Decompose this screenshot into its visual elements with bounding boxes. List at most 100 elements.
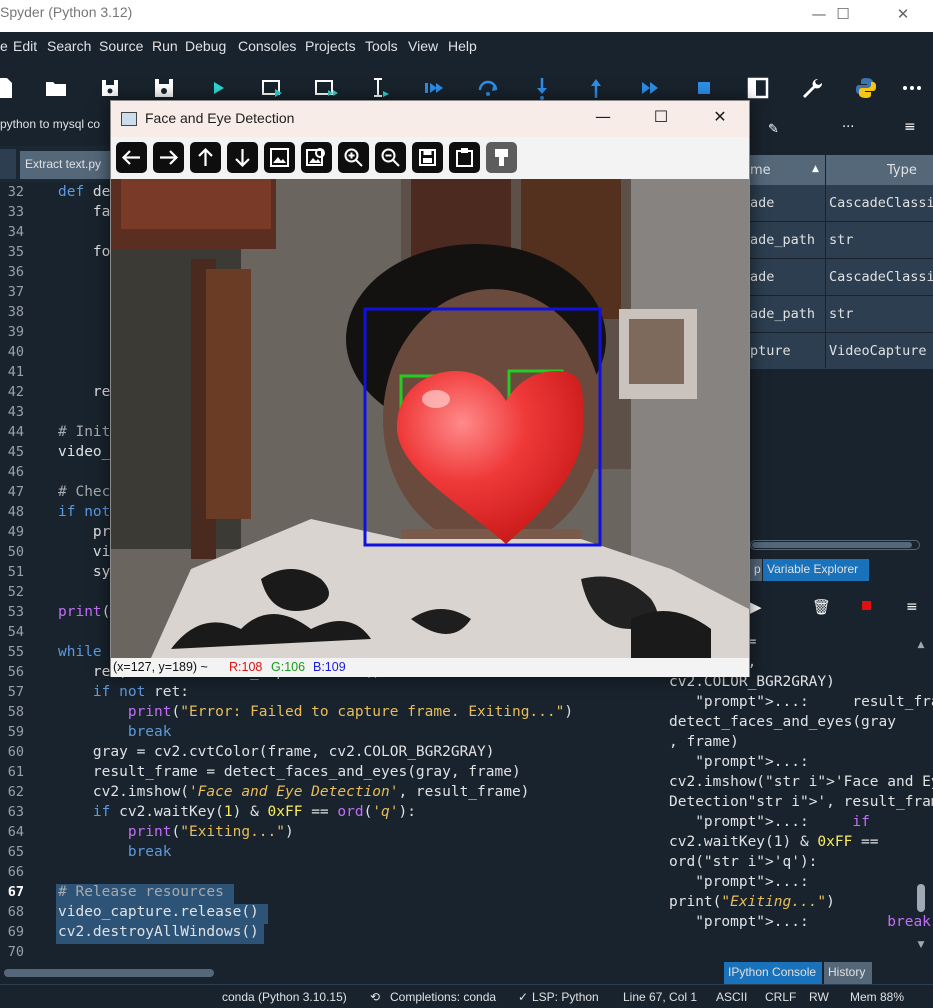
- console-menu-icon[interactable]: ≡: [906, 599, 918, 615]
- code-line[interactable]: cv2.imshow('Face and Eye Detection', res…: [58, 784, 530, 800]
- scrollbar-thumb[interactable]: [4, 969, 214, 977]
- code-line[interactable]: result_frame = detect_faces_and_eyes(gra…: [58, 764, 521, 780]
- code-line[interactable]: if cv2.waitKey(1) & 0xFF == ord('q'):: [58, 804, 416, 820]
- cv-close-button[interactable]: ✕: [700, 107, 740, 131]
- menu-search[interactable]: Search: [47, 38, 91, 54]
- scroll-down-icon[interactable]: ▼: [915, 940, 927, 950]
- menu-help[interactable]: Help: [448, 38, 477, 54]
- code-line[interactable]: vi: [58, 544, 110, 560]
- run-selection-icon[interactable]: [366, 74, 394, 102]
- menu-edit[interactable]: Edit: [13, 38, 37, 54]
- zoom-out-icon[interactable]: [375, 142, 406, 173]
- cv-maximize-button[interactable]: ☐: [641, 107, 681, 131]
- column-name-header[interactable]: me: [750, 163, 771, 178]
- run-icon[interactable]: [204, 74, 232, 102]
- code-line[interactable]: pr: [58, 524, 110, 540]
- cv-minimize-button[interactable]: —: [583, 107, 623, 131]
- variable-row[interactable]: ade CascadeClassi: [750, 259, 933, 296]
- step-over-icon[interactable]: [474, 74, 502, 102]
- run-cell-icon[interactable]: [258, 74, 286, 102]
- zoom-reset-image-icon[interactable]: [264, 142, 295, 173]
- maximize-button[interactable]: ☐: [820, 0, 866, 32]
- variable-row[interactable]: pture VideoCapture: [750, 333, 933, 370]
- arrow-left-icon[interactable]: [116, 142, 147, 173]
- code-line[interactable]: # Release resources: [58, 884, 224, 900]
- arrow-right-icon[interactable]: [153, 142, 184, 173]
- tab-help[interactable]: p: [750, 559, 762, 581]
- edit-icon[interactable]: ✎: [768, 122, 779, 137]
- scrollbar-thumb[interactable]: [752, 542, 912, 548]
- zoom-in-icon[interactable]: [338, 142, 369, 173]
- code-line[interactable]: re: [58, 384, 110, 400]
- code-line[interactable]: video_capture.release(): [58, 904, 259, 920]
- code-line[interactable]: print(: [58, 604, 110, 620]
- code-line[interactable]: def de: [58, 184, 110, 200]
- arrow-up-icon[interactable]: [190, 142, 221, 173]
- python-path-icon[interactable]: [852, 74, 880, 102]
- code-line[interactable]: fa: [58, 204, 110, 220]
- webcam-frame-image[interactable]: [111, 179, 749, 658]
- run-console-icon[interactable]: ▶: [750, 598, 762, 616]
- code-line[interactable]: if not ret:: [58, 684, 189, 700]
- code-line[interactable]: fo: [58, 244, 110, 260]
- line-number: 42: [7, 384, 24, 400]
- variable-row[interactable]: ade_path str: [750, 222, 933, 259]
- variable-row[interactable]: ade_path str: [750, 296, 933, 333]
- menu-file[interactable]: e: [0, 38, 8, 54]
- code-line[interactable]: break: [58, 724, 172, 740]
- menu-view[interactable]: View: [408, 38, 438, 54]
- code-line[interactable]: cv2.destroyAllWindows(): [58, 924, 259, 940]
- line-number: 66: [7, 864, 24, 880]
- menu-source[interactable]: Source: [99, 38, 143, 54]
- trash-icon[interactable]: 🗑: [812, 598, 831, 616]
- more-icon[interactable]: ···: [842, 120, 854, 135]
- tab-history[interactable]: History: [824, 962, 872, 984]
- menu-run[interactable]: Run: [152, 38, 178, 54]
- continue-icon[interactable]: [636, 74, 664, 102]
- menu-projects[interactable]: Projects: [305, 38, 356, 54]
- ipython-console[interactable]: gray =lor(frame,cv2.COLOR_BGR2GRAY) "pro…: [662, 630, 933, 960]
- save-icon[interactable]: [96, 74, 124, 102]
- code-line[interactable]: gray = cv2.cvtColor(frame, cv2.COLOR_BGR…: [58, 744, 495, 760]
- code-line[interactable]: video_: [58, 444, 110, 460]
- variable-row[interactable]: ade CascadeClassi: [750, 185, 933, 222]
- run-cell-advance-icon[interactable]: [312, 74, 340, 102]
- menu-debug[interactable]: Debug: [185, 38, 226, 54]
- stop-icon[interactable]: [690, 74, 718, 102]
- maximize-pane-icon[interactable]: [744, 74, 772, 102]
- console-scrollbar[interactable]: ▲ ▼: [915, 634, 927, 954]
- pane-menu-icon[interactable]: ≡: [904, 119, 916, 135]
- arrow-down-icon[interactable]: [227, 142, 258, 173]
- close-button[interactable]: ✕: [880, 0, 926, 32]
- tab-ipython-console[interactable]: IPython Console: [724, 962, 822, 984]
- tab-variable-explorer[interactable]: Variable Explorer: [763, 559, 869, 581]
- code-line[interactable]: if not: [58, 504, 110, 520]
- step-return-icon[interactable]: [582, 74, 610, 102]
- code-line[interactable]: print("Error: Failed to capture frame. E…: [58, 704, 573, 720]
- code-line[interactable]: print("Exiting..."): [58, 824, 294, 840]
- code-line[interactable]: # Init: [58, 424, 110, 440]
- more-options-icon[interactable]: [898, 74, 926, 102]
- editor-tab-menu-icon[interactable]: [0, 149, 16, 179]
- preferences-wrench-icon[interactable]: [798, 74, 826, 102]
- code-line[interactable]: while: [58, 644, 110, 660]
- menu-tools[interactable]: Tools: [365, 38, 398, 54]
- code-line[interactable]: sy: [58, 564, 110, 580]
- scroll-up-icon[interactable]: ▲: [915, 640, 927, 650]
- save-image-icon[interactable]: [412, 142, 443, 173]
- interrupt-kernel-icon[interactable]: [862, 601, 871, 610]
- debug-icon[interactable]: [420, 74, 448, 102]
- save-all-icon[interactable]: [150, 74, 178, 102]
- menu-consoles[interactable]: Consoles: [238, 38, 296, 54]
- code-line[interactable]: # Chec: [58, 484, 110, 500]
- code-line[interactable]: break: [58, 844, 172, 860]
- scrollbar-thumb[interactable]: [917, 884, 925, 912]
- zoom-image-icon[interactable]: [301, 142, 332, 173]
- new-file-icon[interactable]: [0, 74, 18, 102]
- step-into-icon[interactable]: [528, 74, 556, 102]
- open-folder-icon[interactable]: [42, 74, 70, 102]
- copy-clipboard-icon[interactable]: [449, 142, 480, 173]
- properties-brush-icon[interactable]: [486, 142, 517, 173]
- column-type-header[interactable]: Type: [887, 163, 917, 178]
- editor-horizontal-scrollbar[interactable]: [0, 965, 620, 979]
